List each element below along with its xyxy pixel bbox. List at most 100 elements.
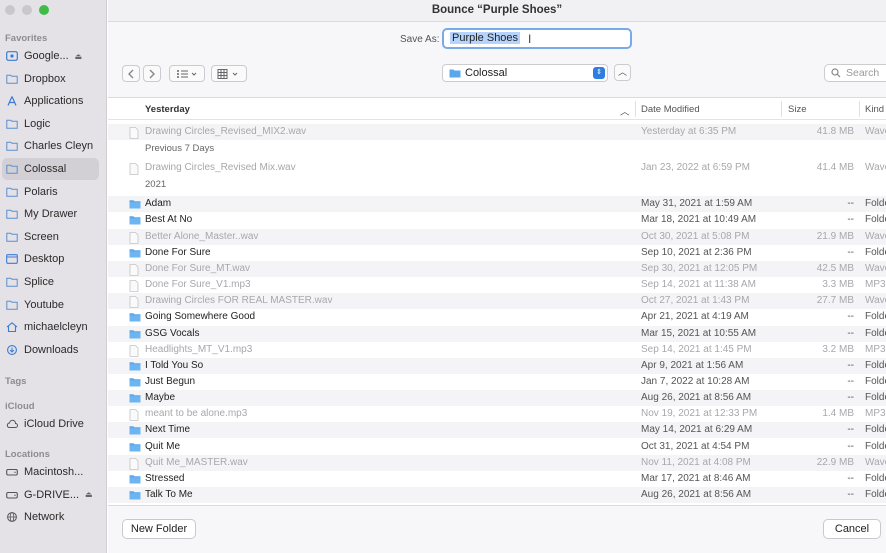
sidebar-item-icloud-drive[interactable]: iCloud Drive <box>0 413 100 435</box>
folder-row[interactable]: Talk To Me Aug 26, 2021 at 8:56 AM -- Folde <box>108 487 886 503</box>
sidebar-item-label: Youtube <box>24 298 64 311</box>
sidebar-item-label: Dropbox <box>24 72 66 85</box>
file-size: -- <box>847 424 854 436</box>
sidebar-item-label: Logic <box>24 117 51 130</box>
expand-button[interactable]: ︿ <box>614 64 631 81</box>
folder-row[interactable]: I Told You So Apr 9, 2021 at 1:56 AM -- Fol… <box>108 357 886 374</box>
file-date: Jan 23, 2022 at 6:59 PM <box>641 162 750 174</box>
sidebar-item-downloads[interactable]: Downloads <box>0 339 100 361</box>
save-as-field[interactable]: Purple Shoes I <box>442 28 632 49</box>
sidebar-item-youtube[interactable]: Youtube <box>0 294 100 316</box>
column-kind[interactable]: Kind <box>865 104 884 115</box>
folder-row[interactable]: Quit Me Oct 31, 2021 at 4:54 PM -- Folde <box>108 439 886 455</box>
column-size[interactable]: Size <box>788 104 806 115</box>
dialog-footer: New Folder Cancel <box>108 505 886 553</box>
file-date: Jan 7, 2022 at 10:28 AM <box>641 375 750 387</box>
file-name: Better Alone_Master..wav <box>145 230 259 242</box>
sidebar-item-my-drawer[interactable]: My Drawer <box>0 203 100 225</box>
eject-icon[interactable]: ⏏ <box>75 52 83 61</box>
folder-icon <box>6 300 18 310</box>
close-window-button[interactable] <box>5 5 15 15</box>
sidebar-item-screen[interactable]: Screen <box>0 226 100 248</box>
file-size: 1.4 MB <box>822 408 854 420</box>
location-popup[interactable]: Colossal ⇕ <box>442 64 608 82</box>
file-size: -- <box>847 214 854 226</box>
folder-row[interactable]: Stressed Mar 17, 2021 at 8:46 AM -- Folde <box>108 471 886 487</box>
column-date-modified[interactable]: Date Modified <box>641 104 700 115</box>
search-field[interactable]: Search <box>824 64 886 82</box>
folder-icon <box>6 141 18 152</box>
folder-row[interactable]: Best At No Mar 18, 2021 at 10:49 AM -- Fold… <box>108 212 886 228</box>
folder-row[interactable]: Next Time May 14, 2021 at 6:29 AM -- Folde <box>108 422 886 439</box>
disk-icon <box>6 490 18 500</box>
sidebar-item-splice[interactable]: Splice <box>0 271 100 293</box>
sidebar-item-g-drive[interactable]: G-DRIVE... ⏏ <box>0 484 100 506</box>
file-row[interactable]: Drawing Circles_Revised Mix.wav Jan 23, 2… <box>108 160 886 176</box>
file-name: Drawing Circles FOR REAL MASTER.wav <box>145 295 333 307</box>
sidebar-item-colossal[interactable]: Colossal <box>2 158 99 180</box>
sidebar-item-google[interactable]: Google... ⏏ <box>0 45 100 67</box>
window-title: Bounce “Purple Shoes” <box>108 0 886 22</box>
file-size: -- <box>847 392 854 404</box>
file-size: 42.5 MB <box>816 262 854 274</box>
file-date: Sep 30, 2021 at 12:05 PM <box>641 262 758 274</box>
file-size: -- <box>847 472 854 484</box>
sidebar-item-applications[interactable]: Applications <box>0 90 100 112</box>
file-name: Done For Sure_V1.mp3 <box>145 279 251 291</box>
cancel-button[interactable]: Cancel <box>823 519 881 539</box>
window-controls <box>5 5 49 15</box>
sidebar-item-michaelcleyn[interactable]: michaelcleyn <box>0 316 100 338</box>
file-row[interactable]: meant to be alone.mp3 Nov 19, 2021 at 12:… <box>108 406 886 422</box>
chevron-updown-icon: ⇕ <box>593 67 605 79</box>
minimize-window-button[interactable] <box>22 5 32 15</box>
file-kind: Folde <box>865 424 886 436</box>
folder-row[interactable]: Just Begun Jan 7, 2022 at 10:28 AM -- Folde <box>108 374 886 390</box>
eject-icon[interactable]: ⏏ <box>85 490 93 499</box>
folder-row[interactable]: Done For Sure Sep 10, 2021 at 2:36 PM -- Fo… <box>108 245 886 261</box>
sidebar-section-label: Locations <box>5 449 50 460</box>
new-folder-button[interactable]: New Folder <box>122 519 196 539</box>
file-row[interactable]: Drawing Circles FOR REAL MASTER.wav Oct 2… <box>108 293 886 310</box>
folder-icon <box>129 199 141 212</box>
folder-row[interactable]: GSG Vocals Mar 15, 2021 at 10:55 AM -- Fold… <box>108 325 886 342</box>
list-view-button[interactable] <box>169 65 205 82</box>
chevron-up-icon: ︿ <box>617 67 627 77</box>
folder-row[interactable]: Adam May 31, 2021 at 1:59 AM -- Folde <box>108 196 886 213</box>
file-size: 21.9 MB <box>816 230 854 242</box>
back-button[interactable] <box>122 65 140 82</box>
file-name: Maybe <box>145 392 176 404</box>
sidebar-item-dropbox[interactable]: Dropbox <box>0 68 100 90</box>
save-dialog: Bounce “Purple Shoes” Save As: Purple Sh… <box>108 0 886 553</box>
zoom-window-button[interactable] <box>39 5 49 15</box>
folder-row[interactable]: Going Somewhere Good Apr 21, 2021 at 4:19… <box>108 309 886 325</box>
file-name: Done For Sure <box>145 246 211 258</box>
sidebar-item-macintosh[interactable]: Macintosh... <box>0 461 100 483</box>
sidebar-item-charles-cleyn[interactable]: Charles Cleyn <box>0 135 100 157</box>
file-row[interactable]: Headlights_MT_V1.mp3 Sep 14, 2021 at 1:45… <box>108 342 886 358</box>
group-view-button[interactable] <box>211 65 247 82</box>
file-kind: Folde <box>865 214 886 226</box>
file-row[interactable]: Drawing Circles_Revised_MIX2.wav Yesterda… <box>108 124 886 140</box>
file-date: Nov 19, 2021 at 12:33 PM <box>641 408 758 420</box>
sidebar-item-logic[interactable]: Logic <box>0 113 100 135</box>
column-name[interactable]: Yesterday <box>145 104 190 115</box>
sidebar-item-label: iCloud Drive <box>24 418 84 430</box>
file-name: Drawing Circles_Revised Mix.wav <box>145 162 296 174</box>
sidebar-item-network[interactable]: Network <box>0 506 100 528</box>
column-header: Yesterday ︿ Date Modified Size Kind <box>108 98 886 120</box>
file-row[interactable]: Done For Sure_MT.wav Sep 30, 2021 at 12:0… <box>108 260 886 277</box>
sidebar-item-desktop[interactable]: Desktop <box>0 248 100 270</box>
file-row[interactable]: Done For Sure_V1.mp3 Sep 14, 2021 at 11:3… <box>108 277 886 293</box>
file-kind: Wave <box>865 456 886 468</box>
file-size: 41.8 MB <box>816 126 854 137</box>
sidebar-section-label: Tags <box>5 376 27 387</box>
folder-row[interactable]: Maybe Aug 26, 2021 at 8:56 AM -- Folde <box>108 390 886 407</box>
file-kind: Folde <box>865 392 886 404</box>
file-name: I Told You So <box>145 359 204 371</box>
file-row[interactable]: Better Alone_Master..wav Oct 30, 2021 at … <box>108 228 886 245</box>
forward-button[interactable] <box>143 65 161 82</box>
sidebar-item-polaris[interactable]: Polaris <box>0 181 100 203</box>
file-kind: MP3 <box>865 343 886 355</box>
file-row[interactable]: Quit Me_MASTER.wav Nov 11, 2021 at 4:08 P… <box>108 454 886 471</box>
file-name: Just Begun <box>145 375 196 387</box>
